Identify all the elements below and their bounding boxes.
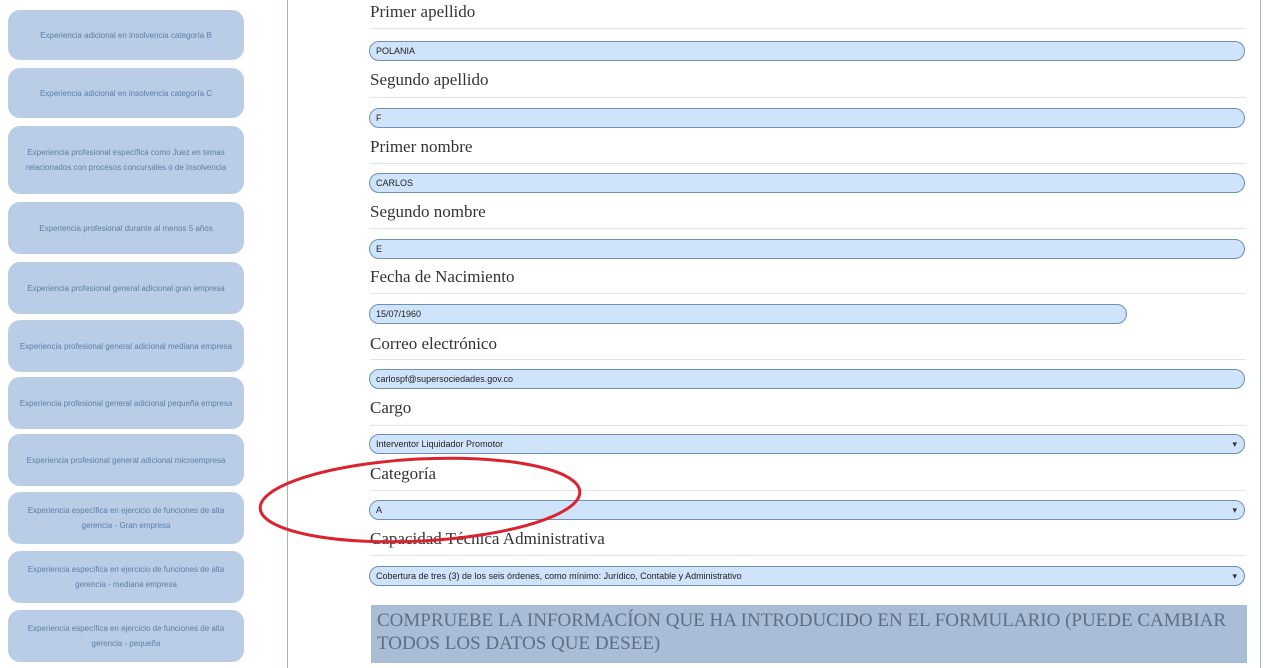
capacidad-select[interactable]: Cobertura de tres (3) de los seis órdene… [369, 566, 1245, 586]
fecha-nacimiento-label: Fecha de Nacimiento [370, 267, 515, 286]
sidebar-item-5-anos[interactable]: Experiencia profesional durante al menos… [8, 202, 244, 254]
separator [370, 97, 1246, 98]
sidebar-item-mediana-empresa[interactable]: Experiencia profesional general adiciona… [8, 320, 244, 372]
capacidad-label: Capacidad Técnica Administrativa [370, 529, 605, 548]
separator [370, 28, 1246, 29]
separator [370, 555, 1246, 556]
separator [370, 425, 1246, 426]
sidebar: Experiencia adicional en insolvencia cat… [0, 0, 260, 668]
segundo-nombre-label: Segundo nombre [370, 202, 486, 221]
sidebar-item-microempresa[interactable]: Experiencia profesional general adiciona… [8, 434, 244, 486]
sidebar-item-insolvencia-c[interactable]: Experiencia adicional en insolvencia cat… [8, 68, 244, 118]
segundo-nombre-input[interactable]: E [369, 239, 1245, 259]
separator [370, 359, 1246, 360]
sidebar-item-juez[interactable]: Experiencia profesional específica como … [8, 126, 244, 194]
chevron-down-icon: ▾ [1232, 505, 1237, 515]
sidebar-item-gran-empresa[interactable]: Experiencia profesional general adiciona… [8, 262, 244, 314]
divider [287, 0, 288, 668]
categoria-select[interactable]: A ▾ [369, 500, 1245, 520]
separator [370, 490, 1246, 491]
primer-nombre-input[interactable]: CARLOS [369, 173, 1245, 193]
sidebar-item-pequena-empresa[interactable]: Experiencia profesional general adiciona… [8, 377, 244, 429]
chevron-down-icon: ▾ [1232, 571, 1237, 581]
correo-input[interactable]: carlospf@supersociedades.gov.co [369, 369, 1245, 389]
separator [370, 293, 1246, 294]
registration-form: Primer apellido POLANIA Segundo apellido… [289, 0, 1269, 668]
primer-apellido-label: Primer apellido [370, 2, 476, 21]
sidebar-item-gerencia-gran[interactable]: Experiencia específica en ejercicio de f… [8, 492, 244, 544]
capacidad-select-value: Cobertura de tres (3) de los seis órdene… [376, 571, 742, 581]
primer-nombre-label: Primer nombre [370, 137, 473, 156]
categoria-select-value: A [376, 505, 383, 515]
segundo-apellido-input[interactable]: F [369, 108, 1245, 128]
cargo-select-value: Interventor Liquidador Promotor [376, 439, 504, 449]
cargo-label: Cargo [370, 398, 412, 417]
categoria-label: Categoría [370, 464, 437, 483]
separator [370, 163, 1246, 164]
segundo-apellido-label: Segundo apellido [370, 70, 489, 89]
sidebar-item-gerencia-pequena[interactable]: Experiencia específica en ejercicio de f… [8, 610, 244, 662]
chevron-down-icon: ▾ [1232, 439, 1237, 449]
primer-apellido-input[interactable]: POLANIA [369, 41, 1245, 61]
correo-label: Correo electrónico [370, 334, 497, 353]
separator [370, 228, 1246, 229]
sidebar-item-insolvencia-b[interactable]: Experiencia adicional en insolvencia cat… [8, 10, 244, 60]
sidebar-item-gerencia-mediana[interactable]: Experiencia específica en ejercicio de f… [8, 551, 244, 603]
cargo-select[interactable]: Interventor Liquidador Promotor ▾ [369, 434, 1245, 454]
fecha-nacimiento-input[interactable]: 15/07/1960 [369, 304, 1127, 324]
confirm-banner: COMPRUEBE LA INFORMACÍON QUE HA INTRODUC… [371, 605, 1247, 663]
